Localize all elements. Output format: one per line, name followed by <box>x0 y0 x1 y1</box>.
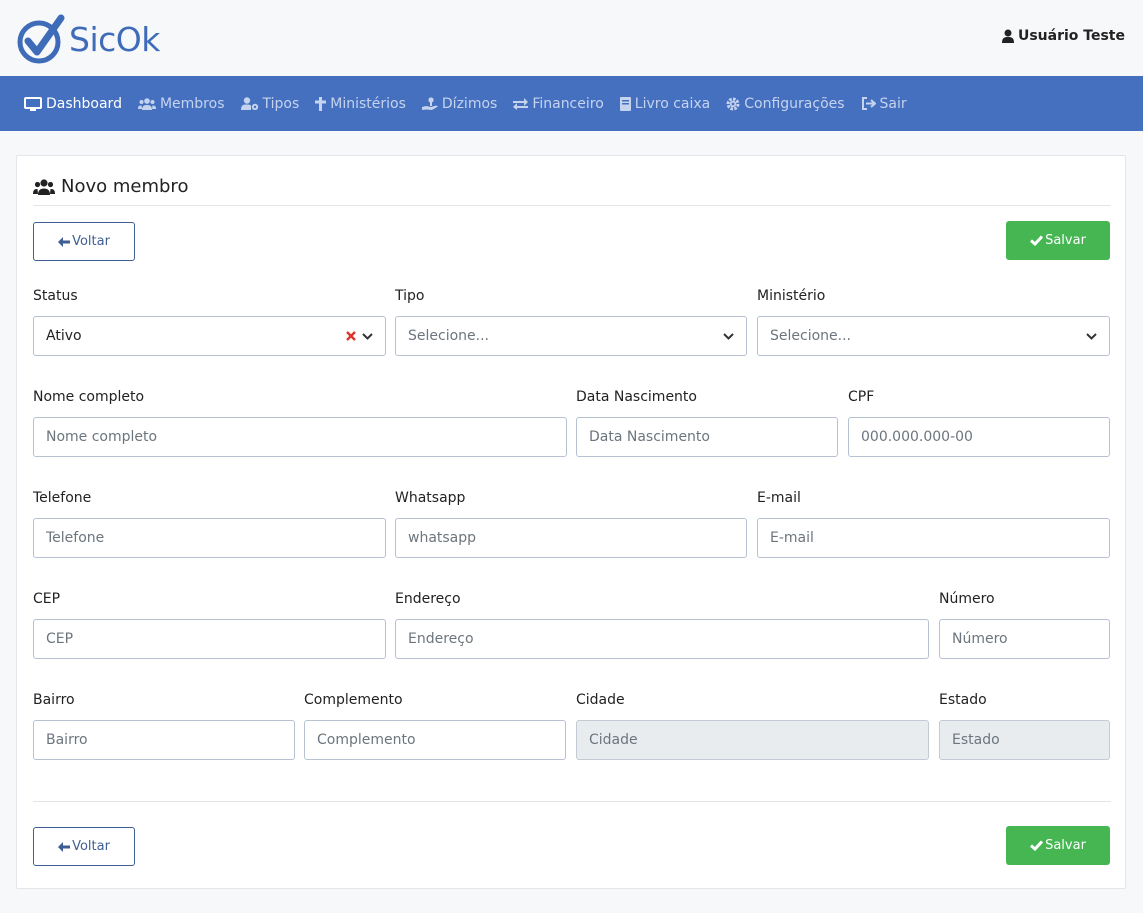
nome-label: Nome completo <box>33 389 145 405</box>
nav-label: Configurações <box>744 95 845 112</box>
nav-label: Livro caixa <box>634 95 711 112</box>
ministerio-placeholder: Selecione... <box>770 328 851 344</box>
page-title-text: Novo membro <box>61 176 189 197</box>
chevron-down-icon <box>1086 332 1097 340</box>
page-title: Novo membro <box>33 172 1111 206</box>
sign-out-icon <box>861 97 876 110</box>
bairro-input[interactable] <box>33 720 295 760</box>
cidade-input <box>576 720 929 760</box>
nav-label: Sair <box>879 95 907 112</box>
endereco-label: Endereço <box>395 591 461 607</box>
clear-icon[interactable] <box>346 331 356 341</box>
check-badge-icon <box>17 14 65 64</box>
cep-input[interactable] <box>33 619 386 659</box>
nav-label: Financeiro <box>532 95 604 112</box>
book-icon <box>619 96 631 111</box>
nav-label: Tipos <box>262 95 300 112</box>
exchange-icon <box>513 97 529 110</box>
nav-item-dizimos[interactable]: Dízimos <box>421 95 498 112</box>
cross-icon <box>315 96 327 111</box>
nav-item-configuracoes[interactable]: Configurações <box>726 95 845 112</box>
back-button-bottom[interactable]: Voltar <box>33 827 135 866</box>
save-button-top[interactable]: Salvar <box>1006 221 1110 260</box>
hand-donate-icon <box>421 96 438 111</box>
divider <box>33 801 1111 802</box>
complemento-label: Complemento <box>304 692 403 708</box>
save-button-bottom[interactable]: Salvar <box>1006 826 1110 865</box>
whatsapp-label: Whatsapp <box>395 490 466 506</box>
telefone-input[interactable] <box>33 518 386 558</box>
back-button-top[interactable]: Voltar <box>33 222 135 261</box>
nav-item-livro-caixa[interactable]: Livro caixa <box>619 95 711 112</box>
arrow-left-icon <box>58 236 71 247</box>
main-nav: Dashboard Membros Tipos Ministérios Dízi… <box>0 76 1143 131</box>
user-cog-icon <box>240 97 259 110</box>
check-icon <box>1030 840 1044 851</box>
nav-item-tipos[interactable]: Tipos <box>240 95 300 112</box>
endereco-input[interactable] <box>395 619 929 659</box>
nav-item-dashboard[interactable]: Dashboard <box>24 96 122 112</box>
user-icon <box>1001 29 1014 43</box>
numero-input[interactable] <box>939 619 1110 659</box>
gear-icon <box>726 97 740 111</box>
save-label: Salvar <box>1045 233 1086 248</box>
numero-label: Número <box>939 591 995 607</box>
email-label: E-mail <box>757 490 801 506</box>
tipo-select[interactable]: Selecione... <box>395 316 747 356</box>
nascimento-input[interactable] <box>576 417 838 457</box>
cidade-label: Cidade <box>576 692 625 708</box>
nav-item-ministerios[interactable]: Ministérios <box>315 96 406 112</box>
telefone-label: Telefone <box>33 490 92 506</box>
tipo-placeholder: Selecione... <box>408 328 489 344</box>
bairro-label: Bairro <box>33 692 75 708</box>
arrow-left-icon <box>58 841 71 852</box>
logo[interactable]: SicOk <box>17 14 160 64</box>
users-icon <box>33 178 55 195</box>
nav-item-sair[interactable]: Sair <box>861 96 907 112</box>
monitor-icon <box>24 96 42 111</box>
nav-label: Dízimos <box>441 95 498 112</box>
nav-label: Membros <box>159 95 225 112</box>
check-icon <box>1030 235 1044 246</box>
cep-label: CEP <box>33 591 61 607</box>
status-select[interactable]: Ativo <box>33 316 386 356</box>
status-label: Status <box>33 288 78 304</box>
nav-item-financeiro[interactable]: Financeiro <box>513 95 604 112</box>
ministerio-label: Ministério <box>757 288 826 304</box>
estado-input <box>939 720 1110 760</box>
email-input[interactable] <box>757 518 1110 558</box>
user-menu[interactable]: Usuário Teste <box>1001 28 1125 44</box>
estado-label: Estado <box>939 692 987 708</box>
tipo-label: Tipo <box>395 288 425 304</box>
cpf-input[interactable] <box>848 417 1110 457</box>
nav-item-membros[interactable]: Membros <box>137 95 225 112</box>
whatsapp-input[interactable] <box>395 518 747 558</box>
user-name: Usuário Teste <box>1017 28 1125 44</box>
chevron-down-icon <box>362 332 373 340</box>
new-member-card: Novo membro Voltar Salvar Status Ativo T… <box>16 155 1126 889</box>
back-label: Voltar <box>72 234 110 249</box>
save-label: Salvar <box>1045 838 1086 853</box>
back-label: Voltar <box>72 839 110 854</box>
nav-label: Ministérios <box>330 95 406 112</box>
brand-name: SicOk <box>69 19 160 59</box>
nascimento-label: Data Nascimento <box>576 389 697 405</box>
complemento-input[interactable] <box>304 720 566 760</box>
top-bar: SicOk Usuário Teste <box>0 0 1143 76</box>
ministerio-select[interactable]: Selecione... <box>757 316 1110 356</box>
cpf-label: CPF <box>848 389 875 405</box>
status-value: Ativo <box>46 328 82 344</box>
users-icon <box>137 97 156 110</box>
nav-label: Dashboard <box>46 95 122 112</box>
chevron-down-icon <box>723 332 734 340</box>
nome-input[interactable] <box>33 417 567 457</box>
